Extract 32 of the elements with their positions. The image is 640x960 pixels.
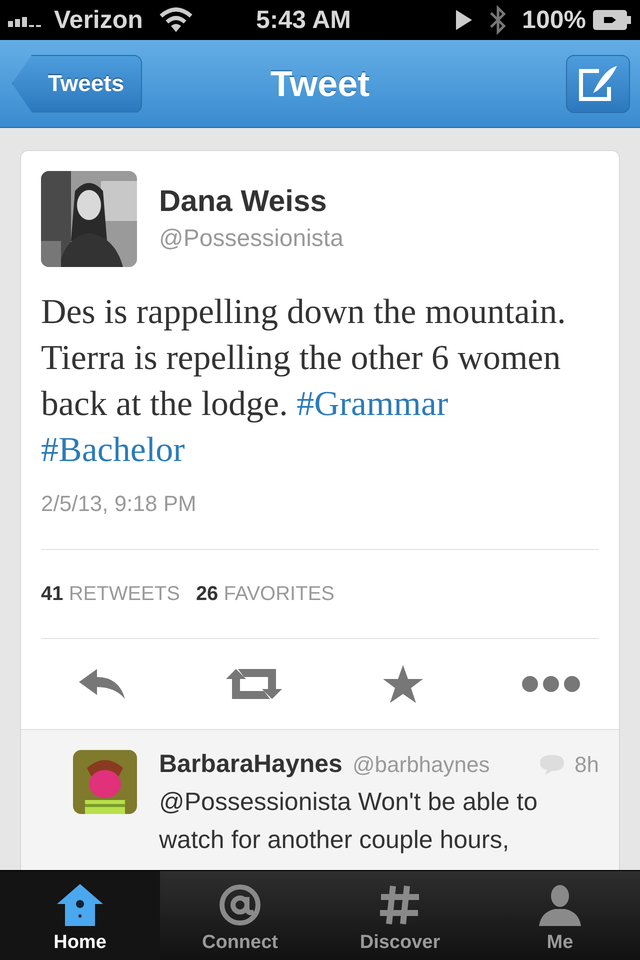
stat-count[interactable]: 26 FAVORITES bbox=[196, 582, 335, 606]
battery-percentage: 100% bbox=[522, 6, 586, 34]
reply-icon[interactable] bbox=[77, 668, 127, 700]
stat-count[interactable]: 41 RETWEETS bbox=[41, 582, 180, 606]
compose-button[interactable] bbox=[566, 54, 630, 112]
hashtag-link[interactable]: #Bachelor bbox=[41, 430, 185, 469]
screen-title: Tweet bbox=[270, 62, 370, 104]
tweet-text: Des is rappelling down the mountain. Tierra is repelling the other 6 women back at the lodge. #Grammar #Bachelor bbox=[41, 291, 567, 471]
play-icon bbox=[454, 9, 474, 31]
reply-author-name: BarbaraHaynes bbox=[159, 750, 342, 779]
reply-text: @Possessionista Won't be able to watch for another couple hours, bbox=[159, 787, 539, 856]
star-icon[interactable] bbox=[382, 664, 424, 704]
tweet-date: 2/5/13, 9:18 PM bbox=[41, 491, 198, 517]
battery-icon bbox=[592, 9, 632, 31]
clock-time: 5:43 AM bbox=[255, 6, 352, 34]
compose-icon bbox=[577, 64, 619, 102]
reply-author-handle: @barbhaynes bbox=[352, 752, 491, 778]
hashtag-link[interactable]: #Grammar bbox=[296, 384, 448, 423]
reply-row[interactable]: BarbaraHaynes @barbhaynes 8h @Possessionista Won't be able to watch for another couple hours, bbox=[21, 729, 619, 870]
reply-time: 8h bbox=[574, 752, 599, 778]
birdhouse-icon bbox=[55, 882, 105, 928]
wifi-icon bbox=[158, 7, 193, 33]
back-button[interactable]: Tweets bbox=[12, 54, 142, 112]
retweet-icon[interactable] bbox=[224, 667, 284, 701]
more-icon[interactable] bbox=[520, 675, 581, 693]
bluetooth-icon bbox=[488, 4, 508, 36]
tab-bar-item[interactable]: Me bbox=[480, 871, 640, 960]
tab-bar-item[interactable]: Discover bbox=[320, 871, 480, 960]
tab-bar-item[interactable]: Connect bbox=[160, 871, 320, 960]
author-name: Dana Weiss bbox=[159, 185, 328, 219]
carrier-name: Verizon bbox=[54, 6, 143, 34]
author-handle: @Possessionista bbox=[159, 225, 344, 253]
